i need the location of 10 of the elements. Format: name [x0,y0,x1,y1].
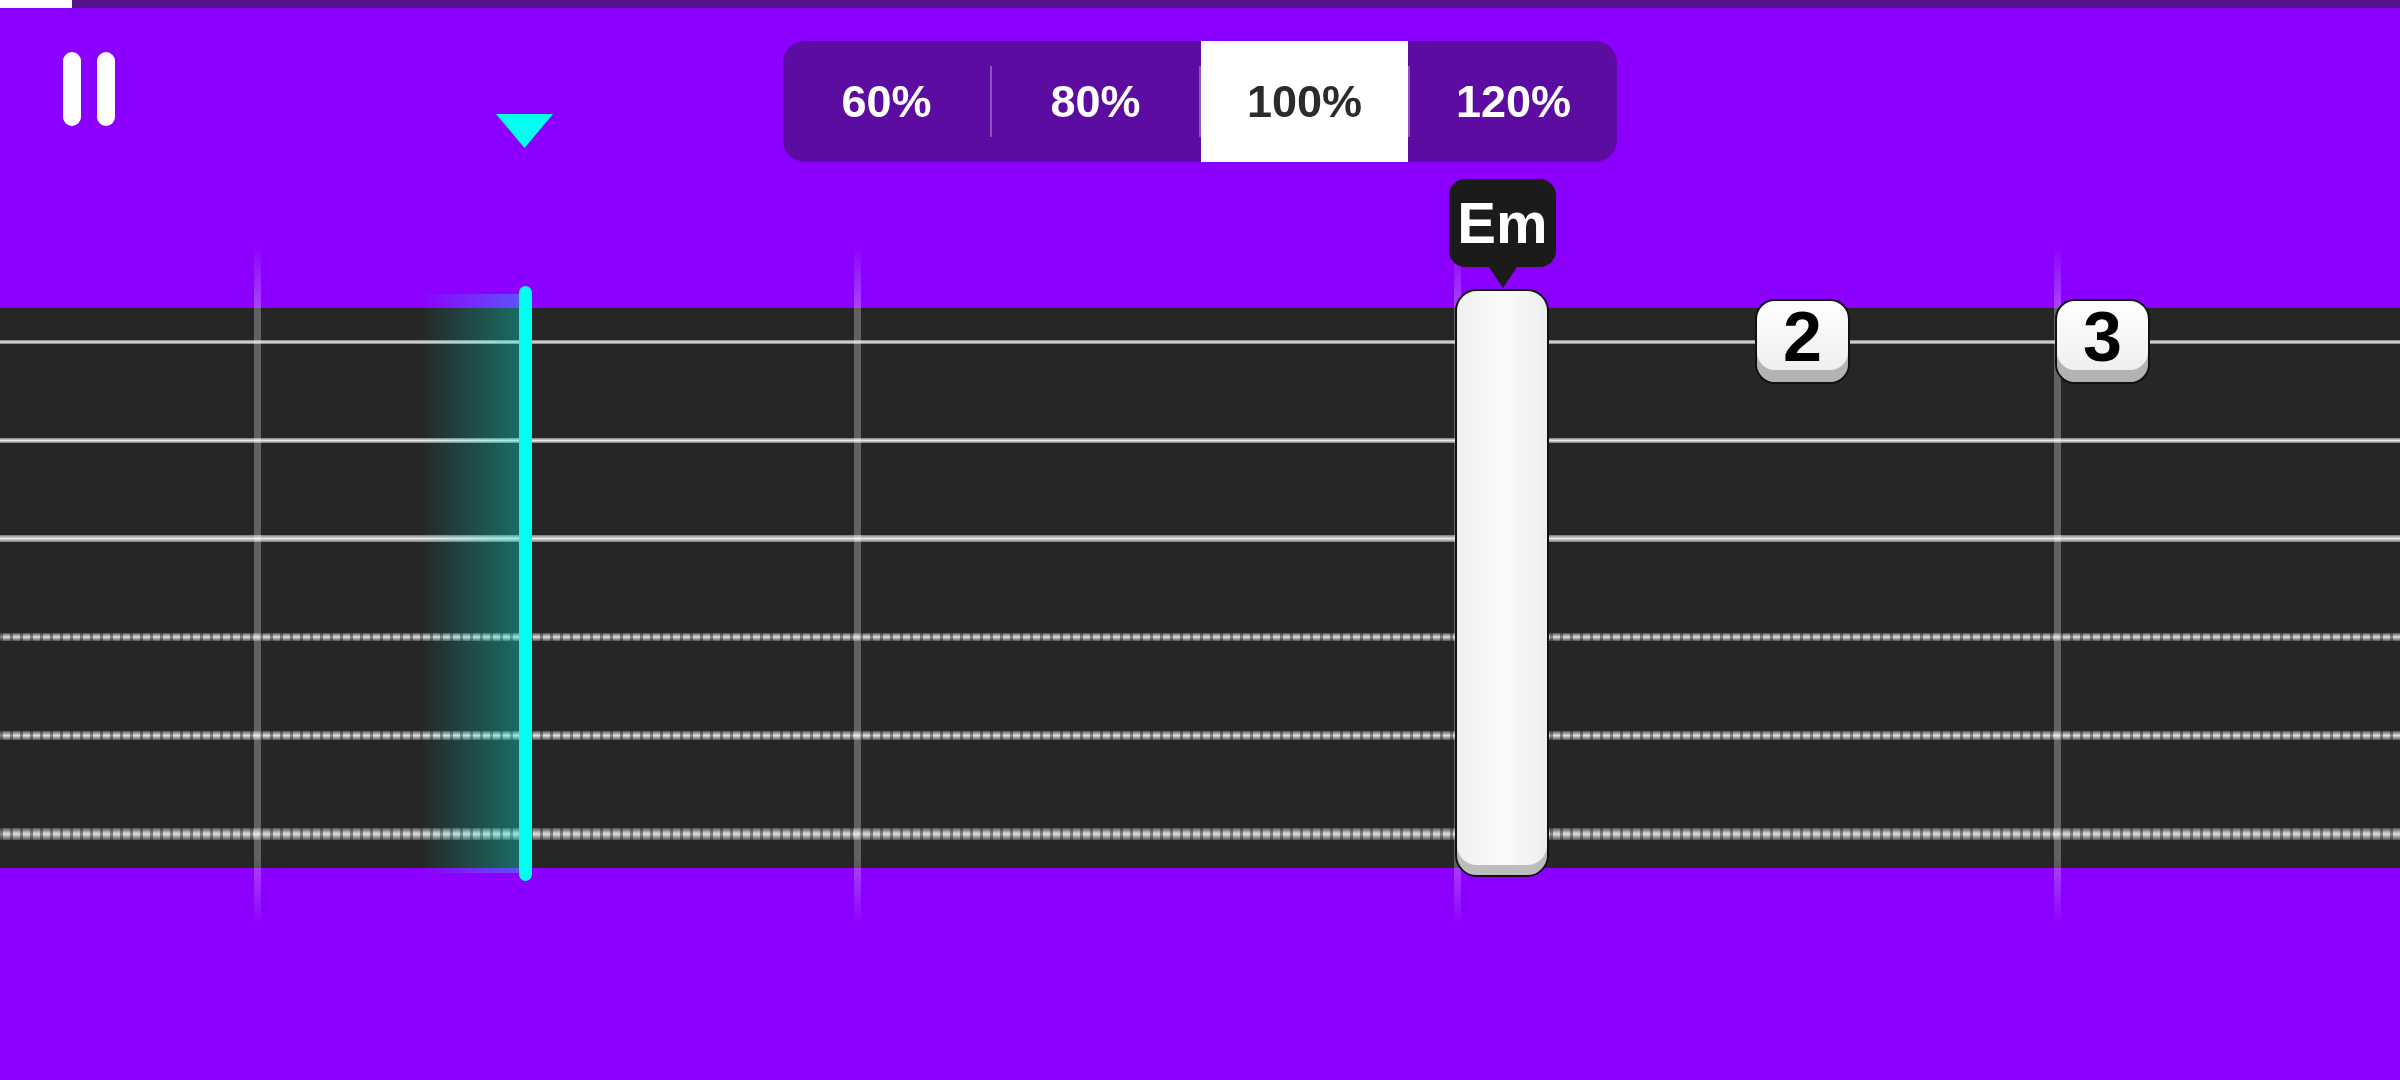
speed-option[interactable]: 60% [783,41,990,162]
progress-track[interactable] [0,0,2400,8]
speed-option[interactable]: 120% [1410,41,1617,162]
chord-label: Em [1449,179,1556,288]
fret-note: 3 [2055,299,2150,384]
triangle-marker-icon [496,114,553,148]
speed-option[interactable]: 100% [1201,41,1408,162]
fret-note: 2 [1755,299,1850,384]
pause-button[interactable] [63,52,115,126]
speed-option[interactable]: 80% [992,41,1199,162]
